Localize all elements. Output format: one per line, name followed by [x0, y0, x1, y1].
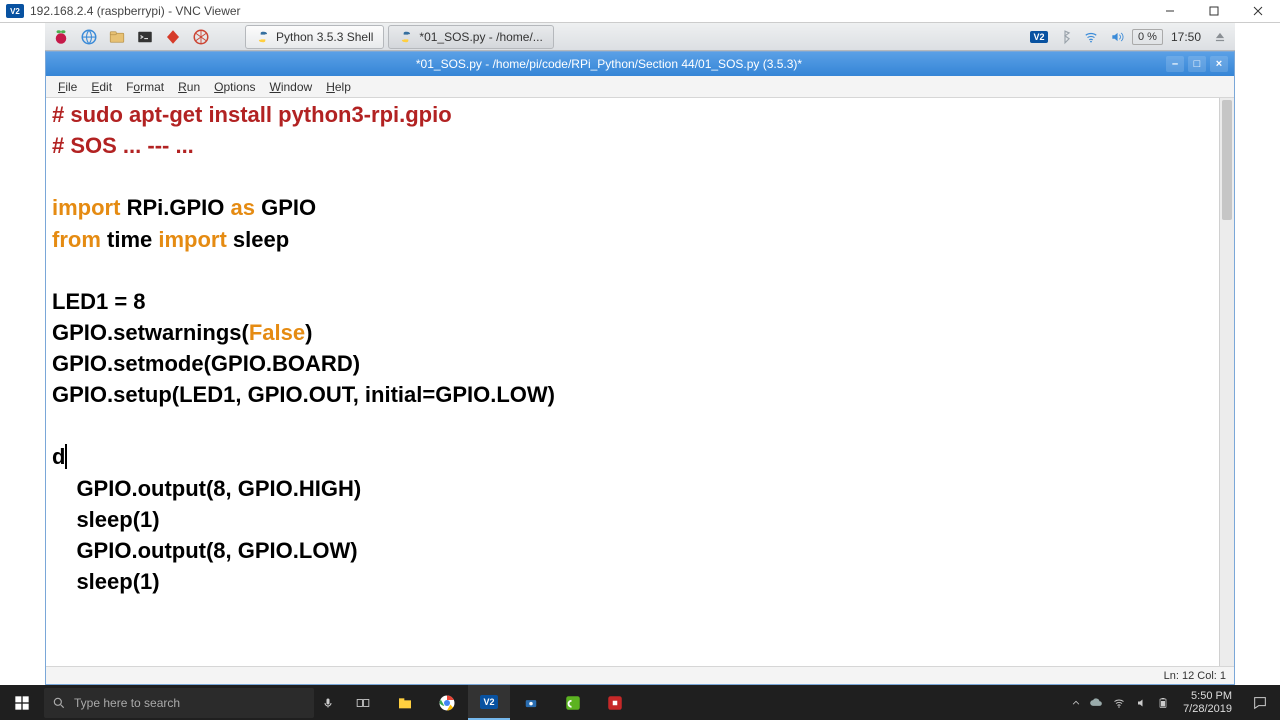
action-center-icon[interactable]	[1240, 685, 1280, 720]
taskbar-item-python-shell[interactable]: Python 3.5.3 Shell	[245, 25, 384, 49]
taskbar-search[interactable]: Type here to search	[44, 688, 314, 718]
scrollbar-thumb[interactable]	[1222, 100, 1232, 220]
idle-maximize-button[interactable]: □	[1188, 56, 1206, 72]
file-explorer-taskbar-icon[interactable]	[384, 685, 426, 720]
menu-help[interactable]: Help	[320, 78, 357, 96]
camtasia-taskbar-icon[interactable]	[552, 685, 594, 720]
idle-window-title: *01_SOS.py - /home/pi/code/RPi_Python/Se…	[52, 57, 1166, 71]
task-view-icon[interactable]	[342, 685, 384, 720]
wifi-tray-icon-windows[interactable]	[1111, 697, 1127, 709]
idle-window: *01_SOS.py - /home/pi/code/RPi_Python/Se…	[45, 51, 1235, 685]
cursor-position: Ln: 12 Col: 1	[1164, 670, 1226, 682]
text-cursor	[65, 444, 67, 469]
volume-tray-icon-windows[interactable]	[1135, 697, 1149, 709]
mathematica-icon[interactable]	[161, 25, 185, 49]
clock-date: 7/28/2019	[1183, 703, 1232, 716]
idle-minimize-button[interactable]: –	[1166, 56, 1184, 72]
battery-tray-icon[interactable]	[1157, 696, 1169, 710]
vnc-window: V2 192.168.2.4 (raspberrypi) - VNC Viewe…	[0, 0, 1280, 720]
windows-clock[interactable]: 5:50 PM 7/28/2019	[1175, 690, 1240, 715]
search-icon	[52, 696, 66, 710]
camera-taskbar-icon[interactable]	[510, 685, 552, 720]
start-button[interactable]	[0, 685, 44, 720]
chrome-taskbar-icon[interactable]	[426, 685, 468, 720]
taskbar-item-editor[interactable]: *01_SOS.py - /home/...	[388, 25, 553, 49]
menu-edit[interactable]: Edit	[85, 78, 118, 96]
eject-tray-icon[interactable]	[1209, 26, 1231, 48]
idle-close-button[interactable]: ×	[1210, 56, 1228, 72]
menu-window[interactable]: Window	[264, 78, 319, 96]
wifi-tray-icon[interactable]	[1080, 26, 1102, 48]
volume-tray-icon[interactable]	[1106, 26, 1128, 48]
close-button[interactable]	[1236, 0, 1280, 23]
terminal-icon[interactable]	[133, 25, 157, 49]
idle-titlebar[interactable]: *01_SOS.py - /home/pi/code/RPi_Python/Se…	[46, 52, 1234, 76]
recorder-taskbar-icon[interactable]	[594, 685, 636, 720]
idle-statusbar: Ln: 12 Col: 1	[46, 666, 1234, 684]
editor-scrollbar[interactable]	[1219, 98, 1234, 666]
vnc-viewer-taskbar-icon[interactable]: V2	[468, 685, 510, 720]
idle-menubar: File Edit Format Run Options Window Help	[46, 76, 1234, 98]
systray-chevron-up-icon[interactable]	[1071, 698, 1081, 708]
search-placeholder: Type here to search	[74, 696, 180, 710]
minimize-button[interactable]	[1148, 0, 1192, 23]
raspberry-menu-icon[interactable]	[49, 25, 73, 49]
web-browser-icon[interactable]	[77, 25, 101, 49]
panel-clock[interactable]: 17:50	[1167, 30, 1205, 44]
menu-file[interactable]: File	[52, 78, 83, 96]
maximize-button[interactable]	[1192, 0, 1236, 23]
windows-taskbar: Type here to search V2	[0, 685, 1280, 720]
bluetooth-tray-icon[interactable]	[1054, 26, 1076, 48]
menu-run[interactable]: Run	[172, 78, 206, 96]
cortana-mic-icon[interactable]	[314, 695, 342, 711]
vnc-titlebar: V2 192.168.2.4 (raspberrypi) - VNC Viewe…	[0, 0, 1280, 23]
wolfram-icon[interactable]	[189, 25, 213, 49]
windows-systray[interactable]	[1065, 696, 1175, 710]
idle-editor-area[interactable]: # sudo apt-get install python3-rpi.gpio …	[46, 98, 1234, 666]
lxde-panel: Python 3.5.3 Shell *01_SOS.py - /home/..…	[45, 23, 1235, 51]
vnc-window-title: 192.168.2.4 (raspberrypi) - VNC Viewer	[30, 4, 1148, 18]
taskbar-item-label: *01_SOS.py - /home/...	[419, 30, 542, 44]
file-manager-icon[interactable]	[105, 25, 129, 49]
menu-format[interactable]: Format	[120, 78, 170, 96]
vnc-server-tray-icon[interactable]: V2	[1028, 26, 1050, 48]
taskbar-item-label: Python 3.5.3 Shell	[276, 30, 373, 44]
cpu-percent[interactable]: 0 %	[1132, 29, 1163, 45]
rpi-desktop: Python 3.5.3 Shell *01_SOS.py - /home/..…	[45, 23, 1235, 685]
menu-options[interactable]: Options	[208, 78, 261, 96]
vnc-viewer-logo-icon: V2	[6, 4, 24, 18]
onedrive-tray-icon[interactable]	[1089, 696, 1103, 710]
clock-time: 5:50 PM	[1183, 690, 1232, 703]
code-content[interactable]: # sudo apt-get install python3-rpi.gpio …	[46, 98, 1234, 600]
